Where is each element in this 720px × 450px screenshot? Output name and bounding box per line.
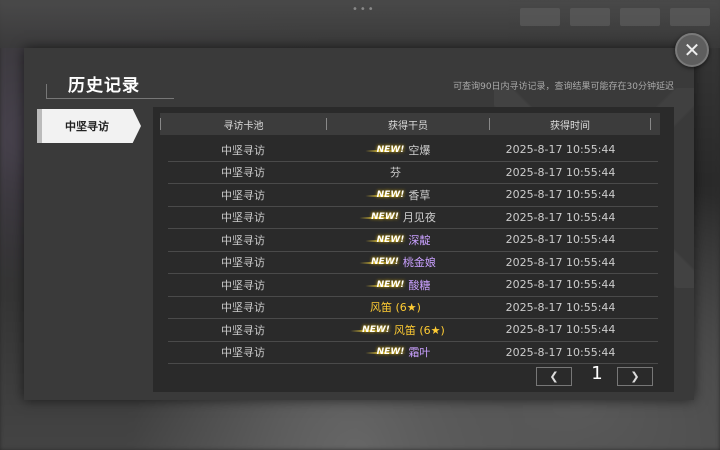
operator-name: 酸糖 [408, 278, 431, 292]
new-badge: NEW! [360, 189, 407, 200]
close-button[interactable]: ✕ [675, 33, 709, 67]
cell-pool: 中坚寻访 [221, 233, 265, 247]
cell-pool: 中坚寻访 [221, 278, 265, 292]
dialog-title: 历史记录 [68, 76, 140, 96]
close-icon: ✕ [683, 38, 701, 62]
new-badge: NEW! [346, 324, 392, 335]
table-row: 中坚寻访 NEW! 风笛 (6★) 2025-8-17 10:55:44 [168, 319, 658, 342]
prev-page-button[interactable]: ❮ [536, 367, 572, 386]
cell-operator: 风笛 (6★) [318, 299, 473, 315]
new-badge: NEW! [360, 279, 407, 290]
cell-pool: 中坚寻访 [221, 143, 265, 157]
history-dialog: 历史记录 可查询90日内寻访记录，查询结果可能存在30分钟延迟 中坚寻访 寻访卡… [24, 48, 694, 400]
table-row: 中坚寻访 芬 2025-8-17 10:55:44 [168, 162, 658, 184]
chevron-left-icon: ❮ [549, 370, 559, 383]
tab-standard-headhunting[interactable]: 中坚寻访 [37, 109, 141, 143]
table-row: 中坚寻访 NEW! 桃金娘 2025-8-17 10:55:44 [168, 252, 658, 274]
new-badge: NEW! [355, 257, 401, 268]
table-row: 中坚寻访 NEW! 空爆 2025-8-17 10:55:44 [168, 139, 658, 162]
table-row: 中坚寻访 NEW! 霜叶 2025-8-17 10:55:44 [168, 342, 658, 364]
operator-name: 月见夜 [402, 211, 436, 225]
cell-time: 2025-8-17 10:55:44 [505, 255, 616, 269]
table-row: 中坚寻访 NEW! 香草 2025-8-17 10:55:44 [168, 184, 658, 207]
table-row: 中坚寻访 NEW! 酸糖 2025-8-17 10:55:44 [168, 274, 658, 297]
cell-operator: 芬 [318, 164, 473, 180]
cell-time: 2025-8-17 10:55:44 [505, 323, 616, 337]
dialog-subtitle: 可查询90日内寻访记录，查询结果可能存在30分钟延迟 [453, 82, 674, 92]
new-badge: NEW! [360, 234, 407, 245]
new-badge: NEW! [360, 347, 407, 358]
cell-time: 2025-8-17 10:55:44 [505, 345, 616, 359]
operator-name: 香草 [408, 188, 431, 202]
table-row: 中坚寻访 风笛 (6★) 2025-8-17 10:55:44 [168, 297, 658, 319]
cell-pool: 中坚寻访 [221, 211, 265, 225]
operator-name: 芬 [390, 166, 401, 180]
cell-pool: 中坚寻访 [221, 301, 265, 315]
cell-time: 2025-8-17 10:55:44 [505, 143, 616, 157]
cell-operator: NEW! 空爆 [318, 142, 473, 158]
cell-pool: 中坚寻访 [221, 346, 265, 360]
new-badge: NEW! [360, 144, 407, 155]
cell-operator: NEW! 桃金娘 [318, 254, 473, 270]
page-number: 1 [591, 363, 603, 384]
cell-operator: NEW! 霜叶 [318, 344, 473, 360]
cell-pool: 中坚寻访 [221, 188, 265, 202]
cell-operator: NEW! 风笛 (6★) [318, 322, 473, 338]
header-pool: 寻访卡池 [223, 120, 264, 132]
cell-operator: NEW! 月见夜 [318, 209, 473, 225]
title-underline [46, 84, 174, 99]
cell-time: 2025-8-17 10:55:44 [505, 188, 616, 202]
cell-pool: 中坚寻访 [221, 166, 265, 180]
next-page-button[interactable]: ❯ [617, 367, 653, 386]
operator-name: 风笛 (6★) [393, 323, 445, 337]
chevron-right-icon: ❯ [630, 370, 640, 383]
records-table: 寻访卡池 获得干员 获得时间 中坚寻访 NEW! 空爆 2025-8-17 10:55… [153, 107, 674, 392]
cell-operator: NEW! 深靛 [318, 232, 473, 248]
table-body: 中坚寻访 NEW! 空爆 2025-8-17 10:55:44 中坚寻访芬 2025-8-… [168, 139, 658, 364]
cell-operator: NEW! 酸糖 [318, 277, 473, 293]
cell-time: 2025-8-17 10:55:44 [505, 165, 616, 179]
header-time: 获得时间 [550, 120, 590, 132]
operator-name: 风笛 (6★) [370, 301, 421, 315]
operator-name: 深靛 [408, 233, 431, 247]
handle-dots: ••• [352, 4, 376, 15]
table-header: 寻访卡池 获得干员 获得时间 [160, 113, 660, 135]
cell-pool: 中坚寻访 [221, 323, 265, 337]
cell-operator: NEW! 香草 [318, 187, 473, 203]
tab-label: 中坚寻访 [65, 120, 109, 133]
operator-name: 空爆 [408, 143, 431, 157]
cell-time: 2025-8-17 10:55:44 [505, 210, 616, 224]
cell-time: 2025-8-17 10:55:44 [505, 233, 616, 247]
header-operator: 获得干员 [388, 120, 428, 132]
cell-pool: 中坚寻访 [221, 256, 265, 270]
table-row: 中坚寻访 NEW! 月见夜 2025-8-17 10:55:44 [168, 207, 658, 229]
cell-time: 2025-8-17 10:55:44 [505, 300, 616, 314]
table-row: 中坚寻访 NEW! 深靛 2025-8-17 10:55:44 [168, 229, 658, 252]
operator-name: 桃金娘 [402, 256, 436, 270]
new-badge: NEW! [355, 212, 401, 223]
cell-time: 2025-8-17 10:55:44 [505, 278, 616, 292]
operator-name: 霜叶 [408, 346, 431, 360]
